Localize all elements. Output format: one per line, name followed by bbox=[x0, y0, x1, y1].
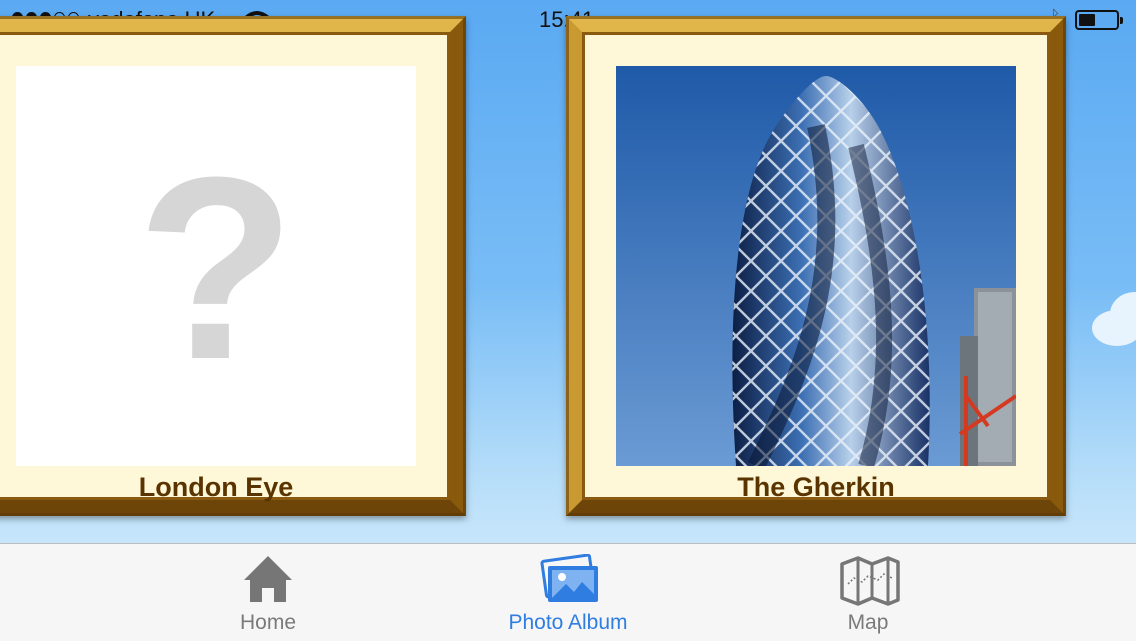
svg-text:?: ? bbox=[137, 124, 296, 414]
photo-caption: London Eye bbox=[138, 472, 294, 502]
photo-album-icon bbox=[540, 554, 598, 602]
tab-map[interactable]: Map bbox=[768, 544, 968, 641]
tab-label: Photo Album bbox=[508, 611, 628, 634]
tab-home[interactable]: Home bbox=[168, 544, 368, 641]
battery-icon bbox=[1075, 10, 1123, 30]
cloud-decoration bbox=[1092, 292, 1136, 346]
unknown-photo-placeholder: ? bbox=[16, 66, 416, 466]
tab-label: Map bbox=[847, 611, 889, 634]
photo-frame-london-eye[interactable]: ? London Eye bbox=[0, 16, 466, 516]
tab-bar: Home Photo Album Map bbox=[0, 543, 1136, 641]
tab-label: Home bbox=[239, 611, 297, 634]
question-mark-icon: ? bbox=[137, 124, 296, 414]
photo-caption: The Gherkin bbox=[737, 472, 895, 502]
gherkin-photo bbox=[616, 66, 1016, 466]
home-icon bbox=[244, 556, 292, 602]
tab-photo-album[interactable]: Photo Album bbox=[468, 544, 668, 641]
photo-frame-gherkin[interactable]: The Gherkin bbox=[566, 16, 1066, 516]
map-icon bbox=[840, 556, 900, 606]
